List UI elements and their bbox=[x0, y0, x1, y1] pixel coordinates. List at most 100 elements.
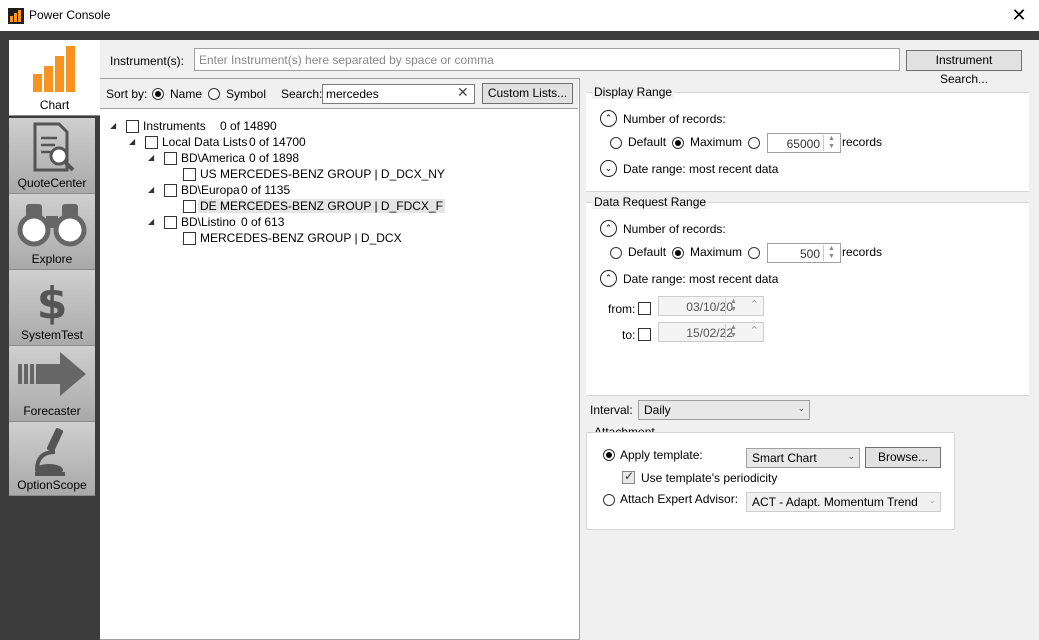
custom-lists-button[interactable]: Custom Lists... bbox=[482, 83, 573, 104]
tree-checkbox[interactable] bbox=[183, 200, 196, 213]
calendar-dropdown-icon[interactable]: ⌃ bbox=[750, 298, 759, 311]
chart-module-panel: Instrument(s): Instrument Search... Sort… bbox=[100, 40, 1039, 640]
from-checkbox[interactable] bbox=[638, 302, 651, 315]
tree-checkbox[interactable] bbox=[145, 136, 158, 149]
close-button[interactable]: ✕ bbox=[1009, 5, 1029, 25]
expand-icon[interactable]: ◢ bbox=[148, 185, 154, 194]
display-custom-radio[interactable] bbox=[748, 137, 760, 149]
collapse-records-icon[interactable]: ⌃ bbox=[600, 220, 617, 237]
attach-ea-label[interactable]: Attach Expert Advisor: bbox=[620, 492, 738, 506]
tree-row-us-mercedes[interactable]: US MERCEDES-BENZ GROUP | D_DCX_NY bbox=[183, 167, 445, 183]
tree-checkbox[interactable] bbox=[164, 184, 177, 197]
display-records-spinner[interactable]: 65000 ▲ ▼ bbox=[767, 133, 841, 153]
request-default-radio[interactable] bbox=[610, 247, 622, 259]
sort-name-label[interactable]: Name bbox=[170, 87, 202, 101]
collapse-date-range-icon[interactable]: ⌃ bbox=[600, 270, 617, 287]
search-input[interactable] bbox=[322, 84, 475, 104]
interval-dropdown[interactable]: Daily ⌄ bbox=[638, 400, 810, 420]
tree-checkbox[interactable] bbox=[183, 232, 196, 245]
use-periodicity-checkbox[interactable] bbox=[622, 469, 635, 484]
window-title: Power Console bbox=[29, 8, 111, 22]
instruments-input[interactable] bbox=[194, 48, 900, 71]
sidebar-tab-label: Chart bbox=[39, 98, 70, 112]
expert-advisor-dropdown[interactable]: ACT - Adapt. Momentum Trend ⌄ bbox=[746, 492, 941, 512]
spinner-arrows[interactable]: ▲ ▼ bbox=[823, 135, 839, 151]
tree-row-bd-europa[interactable]: ◢ BD\Europa 0 of 1135 bbox=[148, 183, 348, 199]
instrument-search-button[interactable]: Instrument Search... bbox=[906, 50, 1022, 86]
display-default-label[interactable]: Default bbox=[628, 135, 666, 149]
sidebar-tab-chart[interactable]: Chart bbox=[9, 40, 100, 116]
svg-text:$: $ bbox=[37, 278, 68, 326]
sidebar-tab-optionscope[interactable]: OptionScope bbox=[9, 422, 95, 496]
from-date-picker[interactable]: 03/10/20 ▲ ▼ ⌃ bbox=[658, 296, 764, 316]
request-records-spinner[interactable]: 500 ▲ ▼ bbox=[767, 243, 841, 263]
collapse-records-icon[interactable]: ⌃ bbox=[600, 110, 617, 127]
tree-label: DE MERCEDES-BENZ GROUP | D_FDCX_F bbox=[198, 199, 445, 213]
sidebar-tab-quotecenter[interactable]: QuoteCenter bbox=[9, 118, 95, 194]
apply-template-radio[interactable] bbox=[603, 449, 615, 461]
apply-template-label[interactable]: Apply template: bbox=[620, 448, 703, 462]
attachment-group: Apply template: Smart Chart ⌄ Browse... … bbox=[586, 432, 955, 530]
sidebar-tab-explore[interactable]: Explore bbox=[9, 194, 95, 270]
date-spinner-arrows[interactable]: ▲ ▼ bbox=[725, 298, 741, 314]
tree-row-bd-america[interactable]: ◢ BD\America 0 of 1898 bbox=[148, 151, 348, 167]
display-default-radio[interactable] bbox=[610, 137, 622, 149]
expand-icon[interactable]: ◢ bbox=[129, 137, 135, 146]
tree-row-de-mercedes[interactable]: DE MERCEDES-BENZ GROUP | D_FDCX_F bbox=[183, 199, 445, 215]
tree-checkbox[interactable] bbox=[126, 120, 139, 133]
tree-label: BD\America bbox=[181, 151, 246, 165]
instrument-tree-pane: Sort by: Name Symbol Search: ✕ Custom Li… bbox=[100, 78, 580, 640]
tree-checkbox[interactable] bbox=[183, 168, 196, 181]
tree-row-instruments[interactable]: ◢ Instruments 0 of 14890 bbox=[110, 119, 310, 135]
from-label: from: bbox=[608, 302, 636, 316]
browse-button[interactable]: Browse... bbox=[865, 447, 941, 468]
date-spinner-arrows[interactable]: ▲ ▼ bbox=[725, 324, 741, 340]
tree-label: US MERCEDES-BENZ GROUP | D_DCX_NY bbox=[200, 167, 445, 181]
display-maximum-label[interactable]: Maximum bbox=[690, 135, 742, 149]
tree-checkbox[interactable] bbox=[164, 152, 177, 165]
clear-search-icon[interactable]: ✕ bbox=[457, 84, 469, 101]
tree-checkbox[interactable] bbox=[164, 216, 177, 229]
sort-symbol-label[interactable]: Symbol bbox=[226, 87, 266, 101]
tree-label: Instruments bbox=[143, 119, 206, 133]
display-maximum-radio[interactable] bbox=[672, 137, 684, 149]
use-periodicity-label[interactable]: Use template's periodicity bbox=[641, 471, 777, 485]
to-label: to: bbox=[622, 328, 636, 342]
chevron-down-icon: ⌄ bbox=[797, 403, 805, 413]
expand-icon[interactable]: ◢ bbox=[148, 217, 154, 226]
template-value: Smart Chart bbox=[752, 451, 817, 465]
to-date-picker[interactable]: 15/02/22 ▲ ▼ ⌃ bbox=[658, 322, 764, 342]
instruments-label: Instrument(s): bbox=[110, 54, 185, 68]
calendar-dropdown-icon[interactable]: ⌃ bbox=[750, 324, 759, 337]
interval-value: Daily bbox=[644, 403, 671, 417]
spinner-arrows[interactable]: ▲ ▼ bbox=[823, 245, 839, 261]
tree-row-local-data-lists[interactable]: ◢ Local Data Lists 0 of 14700 bbox=[129, 135, 349, 151]
module-sidebar: Chart QuoteCenter Explore $ SystemTest F… bbox=[9, 40, 100, 640]
interval-label: Interval: bbox=[590, 403, 633, 417]
request-maximum-label[interactable]: Maximum bbox=[690, 245, 742, 259]
sidebar-tab-label: OptionScope bbox=[17, 478, 87, 492]
binoculars-icon bbox=[17, 204, 87, 247]
template-dropdown[interactable]: Smart Chart ⌄ bbox=[746, 448, 860, 468]
tree-label: BD\Europa bbox=[181, 183, 240, 197]
sort-symbol-radio[interactable] bbox=[208, 88, 220, 100]
request-maximum-radio[interactable] bbox=[672, 247, 684, 259]
expand-date-range-icon[interactable]: ⌄ bbox=[600, 160, 617, 177]
expand-icon[interactable]: ◢ bbox=[148, 153, 154, 162]
tree-row-bd-listino[interactable]: ◢ BD\Listino 0 of 613 bbox=[148, 215, 348, 231]
display-range-group: Display Range ⌃ Number of records: Defau… bbox=[586, 85, 1029, 192]
sort-by-label: Sort by: bbox=[106, 87, 148, 101]
sort-name-radio[interactable] bbox=[152, 88, 164, 100]
to-checkbox[interactable] bbox=[638, 328, 651, 341]
request-default-label[interactable]: Default bbox=[628, 245, 666, 259]
sidebar-tab-systemtest[interactable]: $ SystemTest bbox=[9, 270, 95, 346]
attach-ea-radio[interactable] bbox=[603, 494, 615, 506]
tree-row-mercedes-listino[interactable]: MERCEDES-BENZ GROUP | D_DCX bbox=[183, 231, 403, 247]
sidebar-tab-forecaster[interactable]: Forecaster bbox=[9, 346, 95, 422]
request-custom-radio[interactable] bbox=[748, 247, 760, 259]
expert-advisor-value: ACT - Adapt. Momentum Trend bbox=[752, 495, 918, 509]
search-label: Search: bbox=[281, 87, 323, 101]
expand-icon[interactable]: ◢ bbox=[110, 121, 116, 130]
tree-count: 0 of 613 bbox=[241, 215, 285, 229]
date-range-label: Date range: most recent data bbox=[623, 162, 779, 176]
